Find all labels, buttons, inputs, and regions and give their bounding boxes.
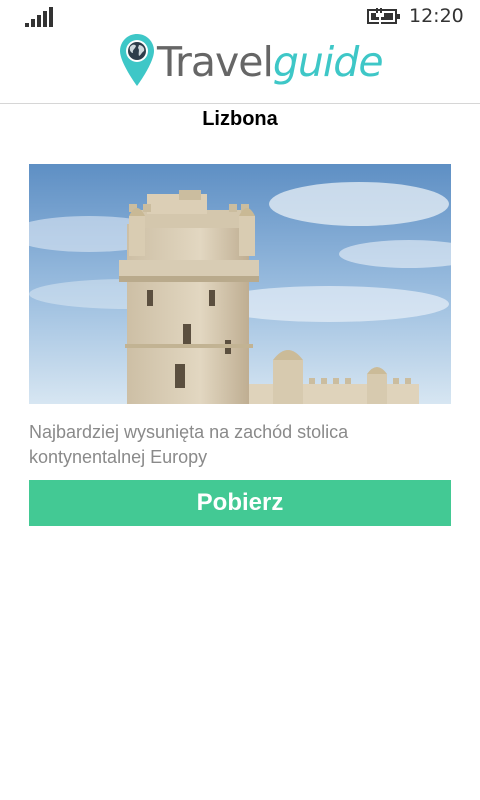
clock: 12:20 [409,5,464,27]
battery-charging-icon [367,8,400,24]
status-bar: 12:20 [0,0,480,32]
logo-travel: Travel [157,38,274,86]
globe-pin-icon [120,34,154,86]
page-title: Lizbona [202,108,278,130]
download-button[interactable]: Pobierz [29,480,451,526]
app-logo-text: Travelguide [157,38,384,86]
place-photo [29,164,451,404]
place-description: Najbardziej wysunięta na zachód stolica … [29,422,349,467]
app-header: Travelguide [0,32,480,104]
logo-guide: guide [272,38,384,86]
signal-strength-icon [25,7,53,27]
